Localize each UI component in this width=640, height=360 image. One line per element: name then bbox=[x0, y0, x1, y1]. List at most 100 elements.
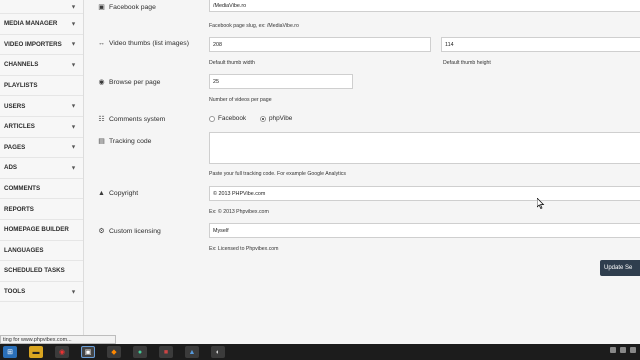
sidebar-item-label: ARTICLES bbox=[4, 123, 35, 131]
active-window-taskbar-icon[interactable]: ▣ bbox=[81, 346, 95, 358]
thumb-width-input[interactable]: 208 bbox=[209, 37, 431, 52]
folder-taskbar-icon[interactable]: ▬ bbox=[29, 346, 43, 358]
resize-arrows-icon: ↔ bbox=[98, 40, 105, 47]
tracking-code-textarea[interactable] bbox=[209, 132, 640, 164]
sidebar: ▾ MEDIA MANAGER ▾ VIDEO IMPORTERS ▾ CHANNELS ▾… bbox=[0, 0, 84, 335]
facebook-page-input[interactable]: /MediaVibe.ro bbox=[209, 0, 640, 12]
status-url-text: ting for www.phpvibex.com... bbox=[3, 336, 72, 343]
facebook-page-label: Facebook page bbox=[109, 3, 156, 11]
sidebar-item-scheduled-tasks[interactable]: SCHEDULED TASKS bbox=[0, 261, 83, 282]
sidebar-item-pages[interactable]: PAGES ▾ bbox=[0, 138, 83, 159]
sidebar-item-label: REPORTS bbox=[4, 205, 34, 213]
chevron-down-icon: ▾ bbox=[71, 21, 75, 28]
copyright-value: © 2013 PHPVibe.com bbox=[213, 190, 266, 197]
copyright-input[interactable]: © 2013 PHPVibe.com bbox=[209, 186, 640, 201]
custom-licensing-label: Custom licensing bbox=[109, 227, 161, 235]
sidebar-item-label: COMMENTS bbox=[4, 185, 41, 193]
taskbar: ⊞ ▬ ◉ ▣ ◆ ● ■ ▲ ◐ bbox=[0, 344, 640, 360]
triangle-icon: ▲ bbox=[98, 190, 105, 197]
sidebar-item-playlists[interactable]: PLAYLISTS bbox=[0, 76, 83, 97]
browser-taskbar-icon[interactable]: ◉ bbox=[55, 346, 69, 358]
sidebar-item-articles[interactable]: ARTICLES ▾ bbox=[0, 117, 83, 138]
app-taskbar-icon-4[interactable]: ◆ bbox=[107, 346, 121, 358]
comments-system-label-row: ☷ Comments system bbox=[97, 115, 166, 124]
thumb-height-hint: Default thumb height bbox=[443, 60, 491, 66]
app-taskbar-icon-5[interactable]: ● bbox=[133, 346, 147, 358]
chat-bubbles-icon: ☷ bbox=[98, 116, 105, 123]
chevron-down-icon: ▾ bbox=[71, 124, 75, 131]
custom-licensing-hint: Ex: Licensed to Phpvibex.com bbox=[209, 246, 279, 252]
browser-status-url: ting for www.phpvibex.com... bbox=[0, 335, 116, 344]
sidebar-item-tools[interactable]: TOOLS ▾ bbox=[0, 282, 83, 303]
gear-icon: ⚙ bbox=[98, 228, 105, 235]
facebook-page-hint: Facebook page slug, ex: /MediaVibe.ro bbox=[209, 23, 299, 29]
update-settings-button[interactable]: Update Se bbox=[600, 260, 640, 276]
sidebar-item-label: PAGES bbox=[4, 143, 26, 151]
sidebar-item-languages[interactable]: LANGUAGES bbox=[0, 241, 83, 262]
copyright-label: Copyright bbox=[109, 190, 139, 197]
mouse-cursor-icon bbox=[537, 198, 545, 209]
tray-icon-3[interactable] bbox=[630, 347, 636, 353]
custom-licensing-value: Myself bbox=[213, 227, 229, 234]
thumb-width-hint: Default thumb width bbox=[209, 60, 255, 66]
radio-phpvibe[interactable] bbox=[260, 115, 266, 122]
comments-option-phpvibe[interactable]: phpVibe bbox=[260, 115, 292, 122]
browse-per-page-label: Browse per page bbox=[109, 78, 161, 86]
thumb-height-input[interactable]: 114 bbox=[441, 37, 640, 52]
video-thumbs-label: Video thumbs (list images) bbox=[109, 40, 189, 47]
sidebar-item-ads[interactable]: ADS ▾ bbox=[0, 158, 83, 179]
sidebar-item-label: LANGUAGES bbox=[4, 246, 44, 254]
tray-icon-2[interactable] bbox=[620, 347, 626, 353]
sidebar-item-video-importers[interactable]: VIDEO IMPORTERS ▾ bbox=[0, 35, 83, 56]
sidebar-item-reports[interactable]: REPORTS bbox=[0, 199, 83, 220]
custom-licensing-input[interactable]: Myself bbox=[209, 223, 640, 238]
comments-system-label: Comments system bbox=[109, 115, 166, 123]
chevron-down-icon: ▾ bbox=[71, 62, 75, 69]
app-taskbar-icon-6[interactable]: ■ bbox=[159, 346, 173, 358]
copyright-label-row: ▲ Copyright bbox=[97, 190, 138, 197]
tracking-code-hint: Paste your full tracking code. For examp… bbox=[209, 171, 346, 177]
chevron-down-icon: ▾ bbox=[71, 144, 75, 151]
sidebar-item-label: USERS bbox=[4, 102, 26, 110]
comments-option-facebook-label: Facebook bbox=[218, 115, 247, 122]
browse-per-page-hint: Number of videos per page bbox=[209, 97, 272, 103]
chevron-down-icon: ▾ bbox=[71, 289, 75, 296]
thumb-width-value: 208 bbox=[213, 41, 222, 48]
start-button[interactable]: ⊞ bbox=[3, 346, 17, 358]
custom-licensing-label-row: ⚙ Custom licensing bbox=[97, 227, 161, 236]
copyright-hint: Ex: © 2013 Phpvibex.com bbox=[209, 209, 269, 215]
chevron-down-icon: ▾ bbox=[71, 165, 75, 172]
sidebar-item-users[interactable]: USERS ▾ bbox=[0, 96, 83, 117]
comments-option-phpvibe-label: phpVibe bbox=[269, 115, 293, 122]
sidebar-top-spacer: ▾ bbox=[0, 0, 83, 14]
sidebar-item-label: SCHEDULED TASKS bbox=[4, 267, 65, 275]
sidebar-item-media-manager[interactable]: MEDIA MANAGER ▾ bbox=[0, 14, 83, 35]
chevron-down-icon: ▾ bbox=[71, 4, 75, 10]
update-settings-label: Update Se bbox=[604, 265, 633, 271]
sidebar-item-channels[interactable]: CHANNELS ▾ bbox=[0, 55, 83, 76]
video-thumbs-label-row: ↔ Video thumbs (list images) bbox=[97, 40, 189, 47]
app-taskbar-icon-8[interactable]: ◐ bbox=[211, 346, 225, 358]
system-tray bbox=[610, 347, 636, 353]
sidebar-item-label: MEDIA MANAGER bbox=[4, 20, 58, 28]
sidebar-item-label: CHANNELS bbox=[4, 61, 39, 69]
app-taskbar-icon-7[interactable]: ▲ bbox=[185, 346, 199, 358]
browse-per-page-input[interactable]: 25 bbox=[209, 74, 353, 89]
sidebar-item-label: HOMEPAGE BUILDER bbox=[4, 226, 69, 234]
sidebar-item-label: ADS bbox=[4, 164, 18, 172]
sidebar-item-label: VIDEO IMPORTERS bbox=[4, 40, 62, 48]
chart-box-icon: ▤ bbox=[98, 138, 105, 145]
settings-form: ▣ Facebook page /MediaVibe.ro Facebook p… bbox=[85, 0, 640, 335]
tracking-code-label: Tracking code bbox=[109, 137, 152, 145]
radio-facebook[interactable] bbox=[209, 115, 215, 122]
sidebar-item-comments[interactable]: COMMENTS bbox=[0, 179, 83, 200]
comments-option-facebook[interactable]: Facebook bbox=[209, 115, 246, 122]
facebook-icon: ▣ bbox=[98, 4, 105, 11]
tray-icon-1[interactable] bbox=[610, 347, 616, 353]
sidebar-item-label: TOOLS bbox=[4, 288, 26, 296]
chevron-down-icon: ▾ bbox=[71, 103, 75, 110]
facebook-page-label-row: ▣ Facebook page bbox=[97, 3, 156, 12]
browse-per-page-label-row: ◉ Browse per page bbox=[97, 78, 161, 87]
thumb-height-value: 114 bbox=[445, 41, 454, 48]
sidebar-item-homepage-builder[interactable]: HOMEPAGE BUILDER bbox=[0, 220, 83, 241]
